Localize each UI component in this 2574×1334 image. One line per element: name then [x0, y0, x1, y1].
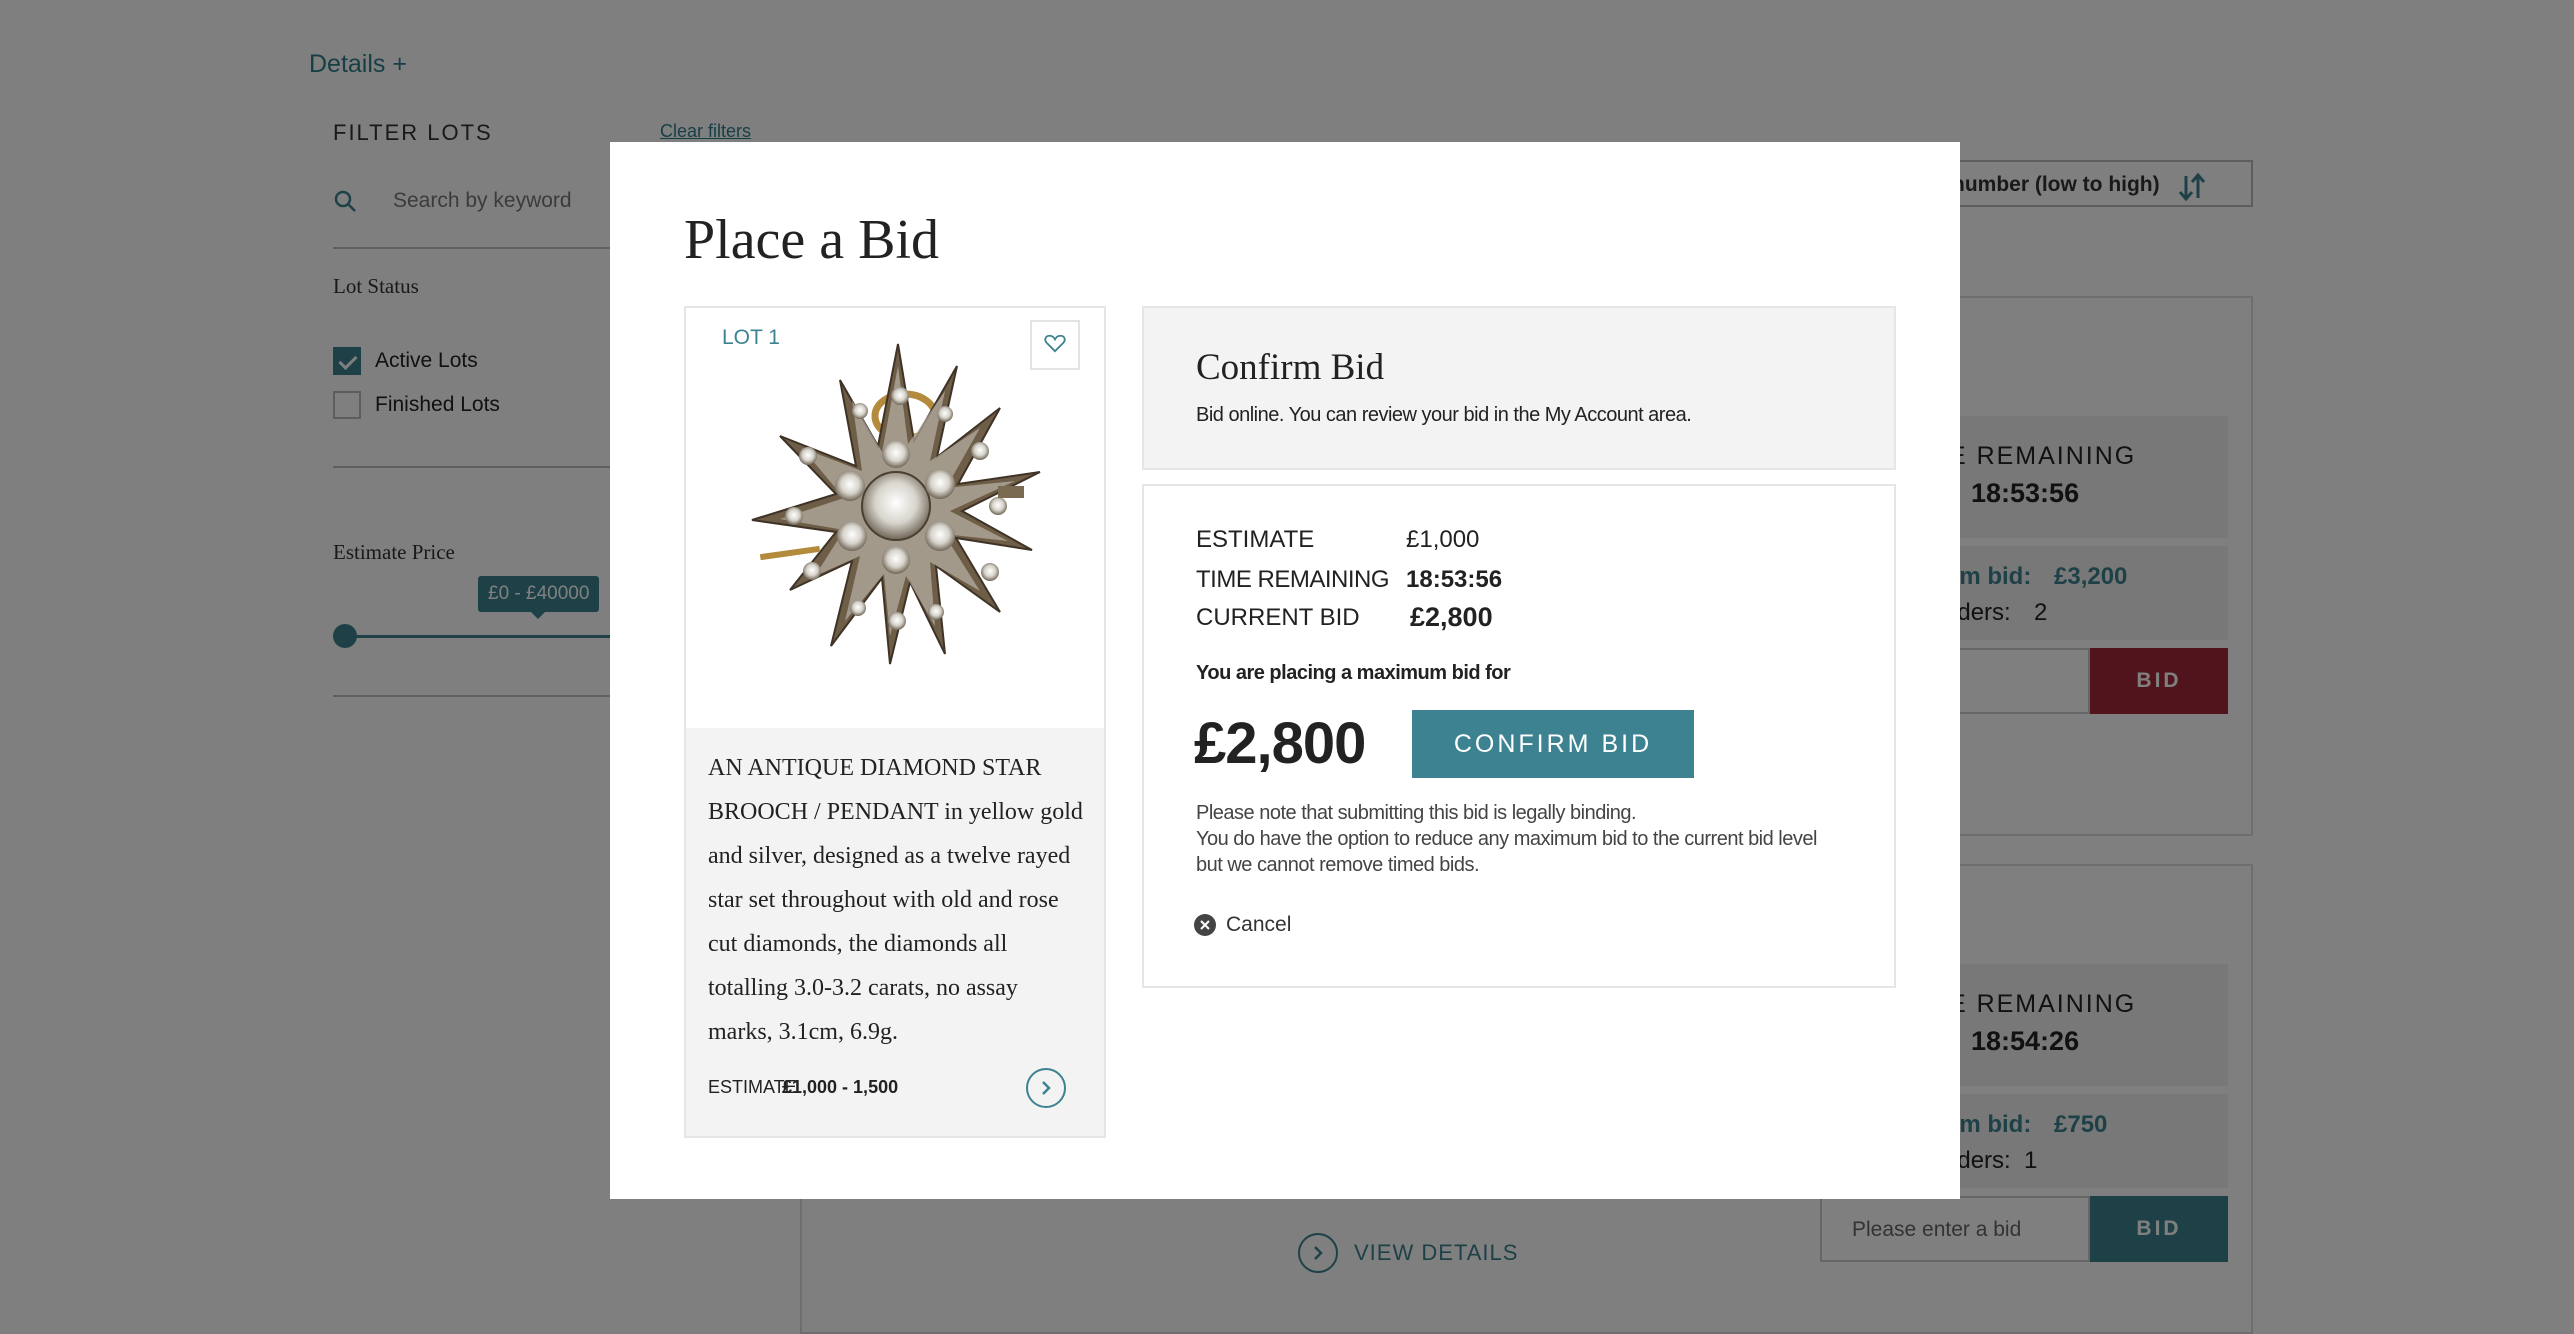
- confirm-bid-subtext: Bid online. You can review your bid in t…: [1196, 404, 1692, 426]
- close-icon: [1194, 914, 1216, 936]
- confirm-bid-panel: Confirm Bid Bid online. You can review y…: [1142, 306, 1896, 470]
- legal-note-line-1: Please note that submitting this bid is …: [1196, 802, 1637, 824]
- legal-note: Please note that submitting this bid is …: [1196, 800, 1876, 878]
- cancel-button[interactable]: Cancel: [1194, 913, 1291, 937]
- lot-image-area: LOT 1: [686, 308, 1104, 728]
- cancel-label: Cancel: [1226, 913, 1292, 936]
- estimate-label: ESTIMATE: [1196, 526, 1315, 553]
- current-bid-label: CURRENT BID: [1196, 604, 1360, 631]
- current-bid-value: £2,800: [1410, 602, 1493, 632]
- lot-description-area: AN ANTIQUE DIAMOND STAR BROOCH / PENDANT…: [686, 728, 1104, 1136]
- time-remaining-value: 18:53:56: [1406, 566, 1503, 593]
- star-brooch-image: [751, 343, 1041, 665]
- legal-note-line-3: but we cannot remove timed bids.: [1196, 854, 1480, 876]
- place-bid-modal: Place a Bid LOT 1 AN ANTIQUE DIAMOND STA…: [610, 142, 1960, 1199]
- lot-estimate-value: £1,000 - 1,500: [782, 1077, 899, 1097]
- lot-detail-arrow-icon[interactable]: [1026, 1068, 1066, 1108]
- confirm-bid-button[interactable]: CONFIRM BID: [1412, 710, 1694, 778]
- modal-title: Place a Bid: [684, 209, 940, 271]
- lot-description-body: in yellow gold and silver, designed as a…: [708, 799, 1083, 1045]
- confirm-bid-heading: Confirm Bid: [1196, 347, 1385, 388]
- lot-description: AN ANTIQUE DIAMOND STAR BROOCH / PENDANT…: [708, 746, 1088, 1054]
- max-bid-text: You are placing a maximum bid for: [1196, 662, 1511, 684]
- max-bid-amount: £2,800: [1194, 711, 1366, 776]
- confirm-bid-button-label: CONFIRM BID: [1453, 729, 1653, 758]
- lot-summary-card: LOT 1 AN ANTIQUE DIAMOND STAR BROOCH / P…: [684, 306, 1106, 1138]
- estimate-value: £1,000: [1406, 526, 1480, 553]
- legal-note-line-2: You do have the option to reduce any max…: [1196, 828, 1817, 850]
- time-remaining-label: TIME REMAINING: [1196, 566, 1390, 593]
